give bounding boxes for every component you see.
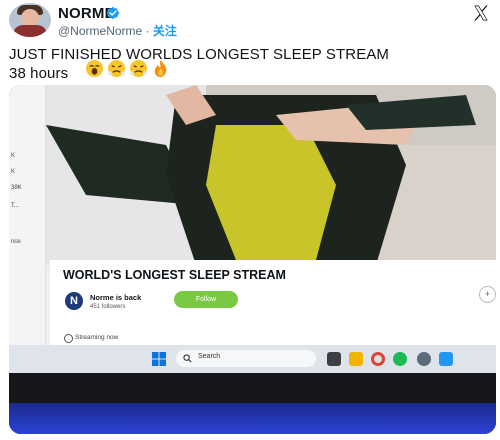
- tweet-header: NORME @NormeNorme · 关注: [0, 0, 500, 40]
- sidebar-text-4: T...: [11, 203, 20, 209]
- search-icon: [183, 354, 192, 363]
- handle-row: @NormeNorme · 关注: [58, 22, 177, 39]
- app-icon[interactable]: [439, 352, 453, 366]
- follower-count: 451 followers: [90, 304, 126, 310]
- handle[interactable]: @NormeNorme: [58, 24, 142, 38]
- tweet-media-photo[interactable]: K K 38K T... nce WORLD'S LONGEST SLEEP S…: [9, 85, 496, 434]
- steaming-face-emoji: [129, 59, 148, 78]
- monitor-screen: K K 38K T... nce WORLD'S LONGEST SLEEP S…: [9, 85, 496, 379]
- follow-link[interactable]: 关注: [153, 24, 177, 38]
- channel-avatar[interactable]: N: [65, 292, 83, 310]
- separator-dot: ·: [145, 24, 150, 38]
- desk-blue-glow: [9, 403, 496, 434]
- steaming-face-emoji: [107, 59, 126, 78]
- task-view-icon[interactable]: [327, 352, 341, 366]
- clock-icon: [64, 334, 73, 343]
- search-placeholder: Search: [198, 353, 221, 360]
- avatar[interactable]: [9, 3, 51, 37]
- face-with-open-mouth-emoji: [85, 59, 104, 78]
- verified-badge-icon: [106, 6, 120, 20]
- add-button[interactable]: +: [479, 286, 496, 303]
- sidebar-text-5: nce: [11, 239, 21, 245]
- stream-thumbnail-image[interactable]: [46, 85, 496, 265]
- sidebar-text-3: 38K: [11, 185, 22, 191]
- channel-name[interactable]: Norme is back: [90, 293, 141, 302]
- streaming-status: Streaming now: [75, 334, 119, 341]
- tweet-line-2: 38 hours: [9, 65, 69, 82]
- stream-title[interactable]: WORLD'S LONGEST SLEEP STREAM: [63, 268, 286, 282]
- sidebar-text-2: K: [11, 169, 16, 175]
- left-sidebar-strip: K K 38K T... nce: [9, 85, 46, 345]
- emoji-row: [85, 59, 170, 78]
- file-explorer-icon[interactable]: [349, 352, 363, 366]
- x-logo-icon[interactable]: [472, 4, 490, 22]
- fire-emoji: [154, 59, 167, 78]
- tweet-text: JUST FINISHED WORLDS LONGEST SLEEP STREA…: [9, 45, 389, 83]
- sidebar-text-1: K: [11, 153, 16, 159]
- spotify-icon[interactable]: [393, 352, 407, 366]
- tweet-line-1: JUST FINISHED WORLDS LONGEST SLEEP STREA…: [9, 46, 390, 63]
- taskbar-search[interactable]: Search: [176, 350, 316, 367]
- chrome-icon[interactable]: [371, 352, 385, 366]
- follow-button[interactable]: Follow: [174, 291, 238, 308]
- windows-taskbar: Search: [9, 345, 496, 373]
- settings-gear-icon[interactable]: [417, 352, 431, 366]
- stream-card: WORLD'S LONGEST SLEEP STREAM N Norme is …: [50, 260, 496, 345]
- windows-start-icon[interactable]: [152, 352, 166, 366]
- avatar-shirt: [13, 25, 47, 37]
